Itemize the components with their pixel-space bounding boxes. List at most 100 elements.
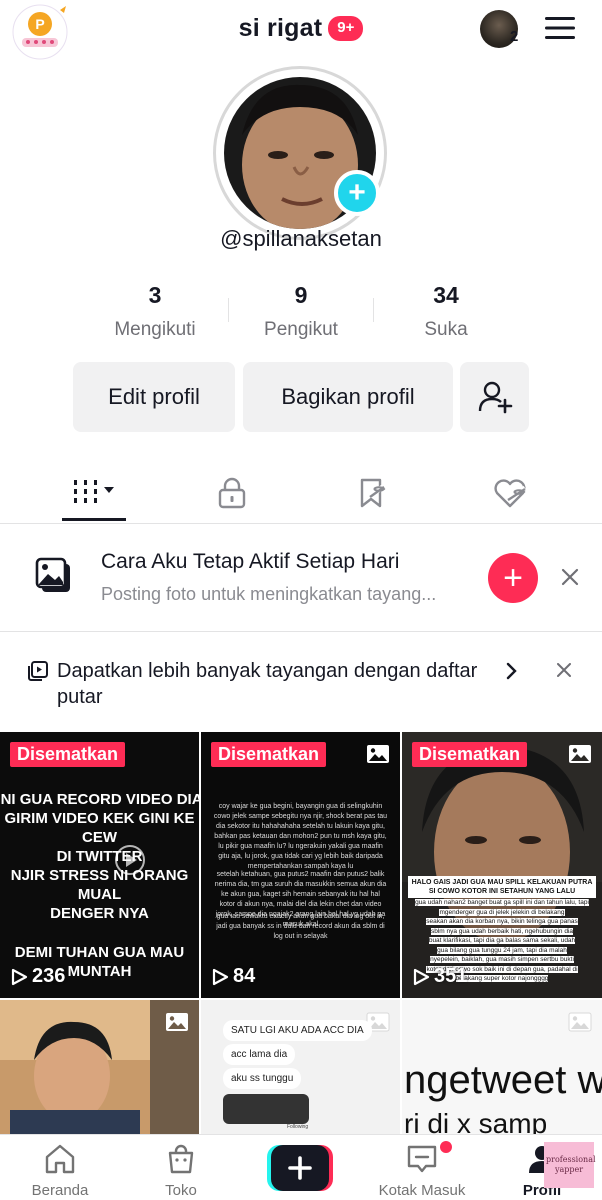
- stat-label: Pengikut: [264, 319, 338, 340]
- create-photo-post-button[interactable]: +: [488, 553, 538, 603]
- view-count: 351: [412, 965, 467, 988]
- caption-line: belakang super kotor najongggg: [455, 975, 549, 982]
- caption-line: DI TWITTER: [56, 848, 143, 865]
- caption-line: DENGER NYA: [50, 905, 149, 922]
- caption-line: INI GUA RECORD VIDEO DIA: [0, 791, 199, 808]
- shop-bag-icon: [168, 1144, 194, 1174]
- chevron-right-icon[interactable]: [506, 662, 518, 680]
- video-tile[interactable]: Disematkan HALO GAIS JADI GUA MAU SPILL …: [402, 732, 602, 998]
- stat-label: Suka: [424, 319, 468, 340]
- tweet-text-line: ri di x samp: [404, 1108, 548, 1134]
- play-overlay-icon: [115, 845, 145, 875]
- view-count-value: 236: [32, 965, 66, 987]
- tab-saved[interactable]: [340, 462, 404, 524]
- playlist-banner[interactable]: Dapatkan lebih banyak tayangan dengan da…: [0, 632, 602, 732]
- tweet-text-line: ngetweet w: [404, 1058, 602, 1102]
- chat-footer: Following: [287, 1124, 309, 1130]
- video-caption: INI GUA RECORD VIDEO DIA GIRIM VIDEO KEK…: [0, 790, 199, 981]
- playlist-icon: [28, 661, 48, 681]
- add-story-button[interactable]: +: [334, 170, 380, 216]
- create-plus-icon[interactable]: [267, 1145, 333, 1191]
- stat-likes[interactable]: 34 Suka: [371, 282, 521, 341]
- play-icon: [413, 968, 430, 985]
- notification-badge: 9+: [328, 16, 364, 41]
- playlist-banner-text: Dapatkan lebih banyak tayangan dengan da…: [57, 660, 478, 708]
- account-name[interactable]: si rigat: [239, 14, 323, 43]
- caption-line: seakan akan dia korban nya, bikin teling…: [426, 918, 578, 925]
- play-icon: [11, 968, 28, 985]
- top-bar: P si rigat 9+ 2: [0, 0, 602, 60]
- profile-tabs: [0, 462, 602, 524]
- chat-image: [223, 1094, 309, 1124]
- lock-icon: [218, 477, 246, 509]
- caption-line: nyepelein, baiklah, gua masih simpen ser…: [430, 956, 574, 963]
- video-tile[interactable]: Disematkan coy wajar ke gua begini, baya…: [201, 732, 400, 998]
- photo-post-suggestion[interactable]: Cara Aku Tetap Aktif Setiap Hari Posting…: [0, 524, 602, 632]
- stat-value: 3: [148, 282, 162, 308]
- play-icon: [212, 968, 229, 985]
- username: @spillanaksetan: [220, 226, 382, 251]
- stat-following[interactable]: 3 Mengikuti: [80, 282, 230, 341]
- nav-label: Beranda: [31, 1182, 89, 1199]
- caption-line: gua bilang gua tunggu 24 jam, tapi dia m…: [437, 946, 567, 954]
- caption-line: GIRIM VIDEO KEK GINI KE CEW: [4, 810, 195, 846]
- nav-label: Toko: [165, 1182, 197, 1199]
- stat-followers[interactable]: 9 Pengikut: [226, 282, 376, 341]
- caption-line: gua udah nahan2 banget buat ga spill ini…: [415, 899, 589, 916]
- pinned-badge: Disematkan: [412, 742, 528, 767]
- chat-bubble: acc lama dia: [223, 1044, 296, 1065]
- inbox-icon: [407, 1145, 437, 1173]
- close-icon[interactable]: [557, 663, 571, 677]
- photo-post-icon: [569, 745, 591, 763]
- suggestion-subtitle: Posting foto untuk meningkatkan tayang..…: [101, 584, 437, 604]
- video-tile[interactable]: Disematkan INI GUA RECORD VIDEO DIA GIRI…: [0, 732, 199, 998]
- view-count-value: 351: [434, 965, 468, 987]
- nav-inbox[interactable]: Kotak Masuk: [372, 1143, 472, 1199]
- close-icon[interactable]: [561, 568, 579, 586]
- video-tile[interactable]: [0, 1000, 199, 1134]
- caption-line: buat klarifikasi, tapi dia ga balas sama…: [428, 937, 576, 944]
- pinned-badge: Disematkan: [10, 742, 126, 767]
- caption-paragraph: gua tau sewaktu exactly akun gua bakal d…: [216, 913, 385, 940]
- caption-line: sblm nya gua udah berbaik hati, ngehubun…: [430, 927, 574, 935]
- inbox-unread-dot: [440, 1141, 452, 1153]
- caption-title: HALO GAIS JADI GUA MAU SPILL KELAKUAN PU…: [408, 876, 596, 898]
- nav-shop[interactable]: Toko: [131, 1143, 231, 1199]
- tab-videos[interactable]: [62, 462, 126, 524]
- add-friend-button[interactable]: [460, 362, 529, 432]
- saved-icon: [360, 478, 386, 508]
- watermark: professional yapper: [544, 1142, 596, 1188]
- photo-post-icon: [166, 1013, 188, 1031]
- photo-stack-icon: [35, 557, 70, 592]
- edit-profile-button[interactable]: Edit profil: [73, 362, 235, 432]
- caption-line: NJIR STRESS NI ORANG MUAL: [10, 867, 189, 903]
- add-user-icon: [478, 381, 512, 414]
- stat-label: Mengikuti: [114, 319, 196, 340]
- bottom-navigation: Beranda Toko Kotak Masuk Profil: [0, 1134, 602, 1200]
- nav-label: Kotak Masuk: [378, 1182, 466, 1199]
- nav-home[interactable]: Beranda: [10, 1143, 110, 1199]
- liked-icon: [494, 479, 527, 508]
- share-profile-button[interactable]: Bagikan profil: [243, 362, 453, 432]
- photo-post-icon: [367, 745, 389, 763]
- view-count: 236: [10, 965, 65, 988]
- suggestion-title: Cara Aku Tetap Aktif Setiap Hari: [101, 550, 400, 573]
- view-count-value: 84: [233, 965, 256, 987]
- accounts-count: 2: [510, 28, 519, 45]
- stat-value: 9: [294, 282, 308, 308]
- videos-grid-icon: [74, 480, 114, 503]
- home-icon: [45, 1144, 75, 1174]
- active-tab-indicator: [62, 518, 126, 521]
- caption-paragraph: coy wajar ke gua begini, bayangin gua di…: [213, 803, 388, 870]
- view-count: 84: [211, 965, 255, 988]
- hamburger-menu-icon[interactable]: [544, 16, 576, 40]
- pinned-badge: Disematkan: [211, 742, 327, 767]
- video-tile[interactable]: SATU LGI AKU ADA ACC DIA acc lama dia ak…: [201, 1000, 400, 1134]
- photo-post-icon: [568, 1012, 592, 1032]
- tab-liked[interactable]: [478, 462, 542, 524]
- video-tile[interactable]: ngetweet w ri di x samp: [402, 1000, 602, 1134]
- tab-private[interactable]: [200, 462, 264, 524]
- profile-stats: 3 Mengikuti 9 Pengikut 34 Suka: [0, 282, 602, 352]
- stat-value: 34: [433, 282, 459, 308]
- chat-bubble: SATU LGI AKU ADA ACC DIA: [223, 1020, 372, 1041]
